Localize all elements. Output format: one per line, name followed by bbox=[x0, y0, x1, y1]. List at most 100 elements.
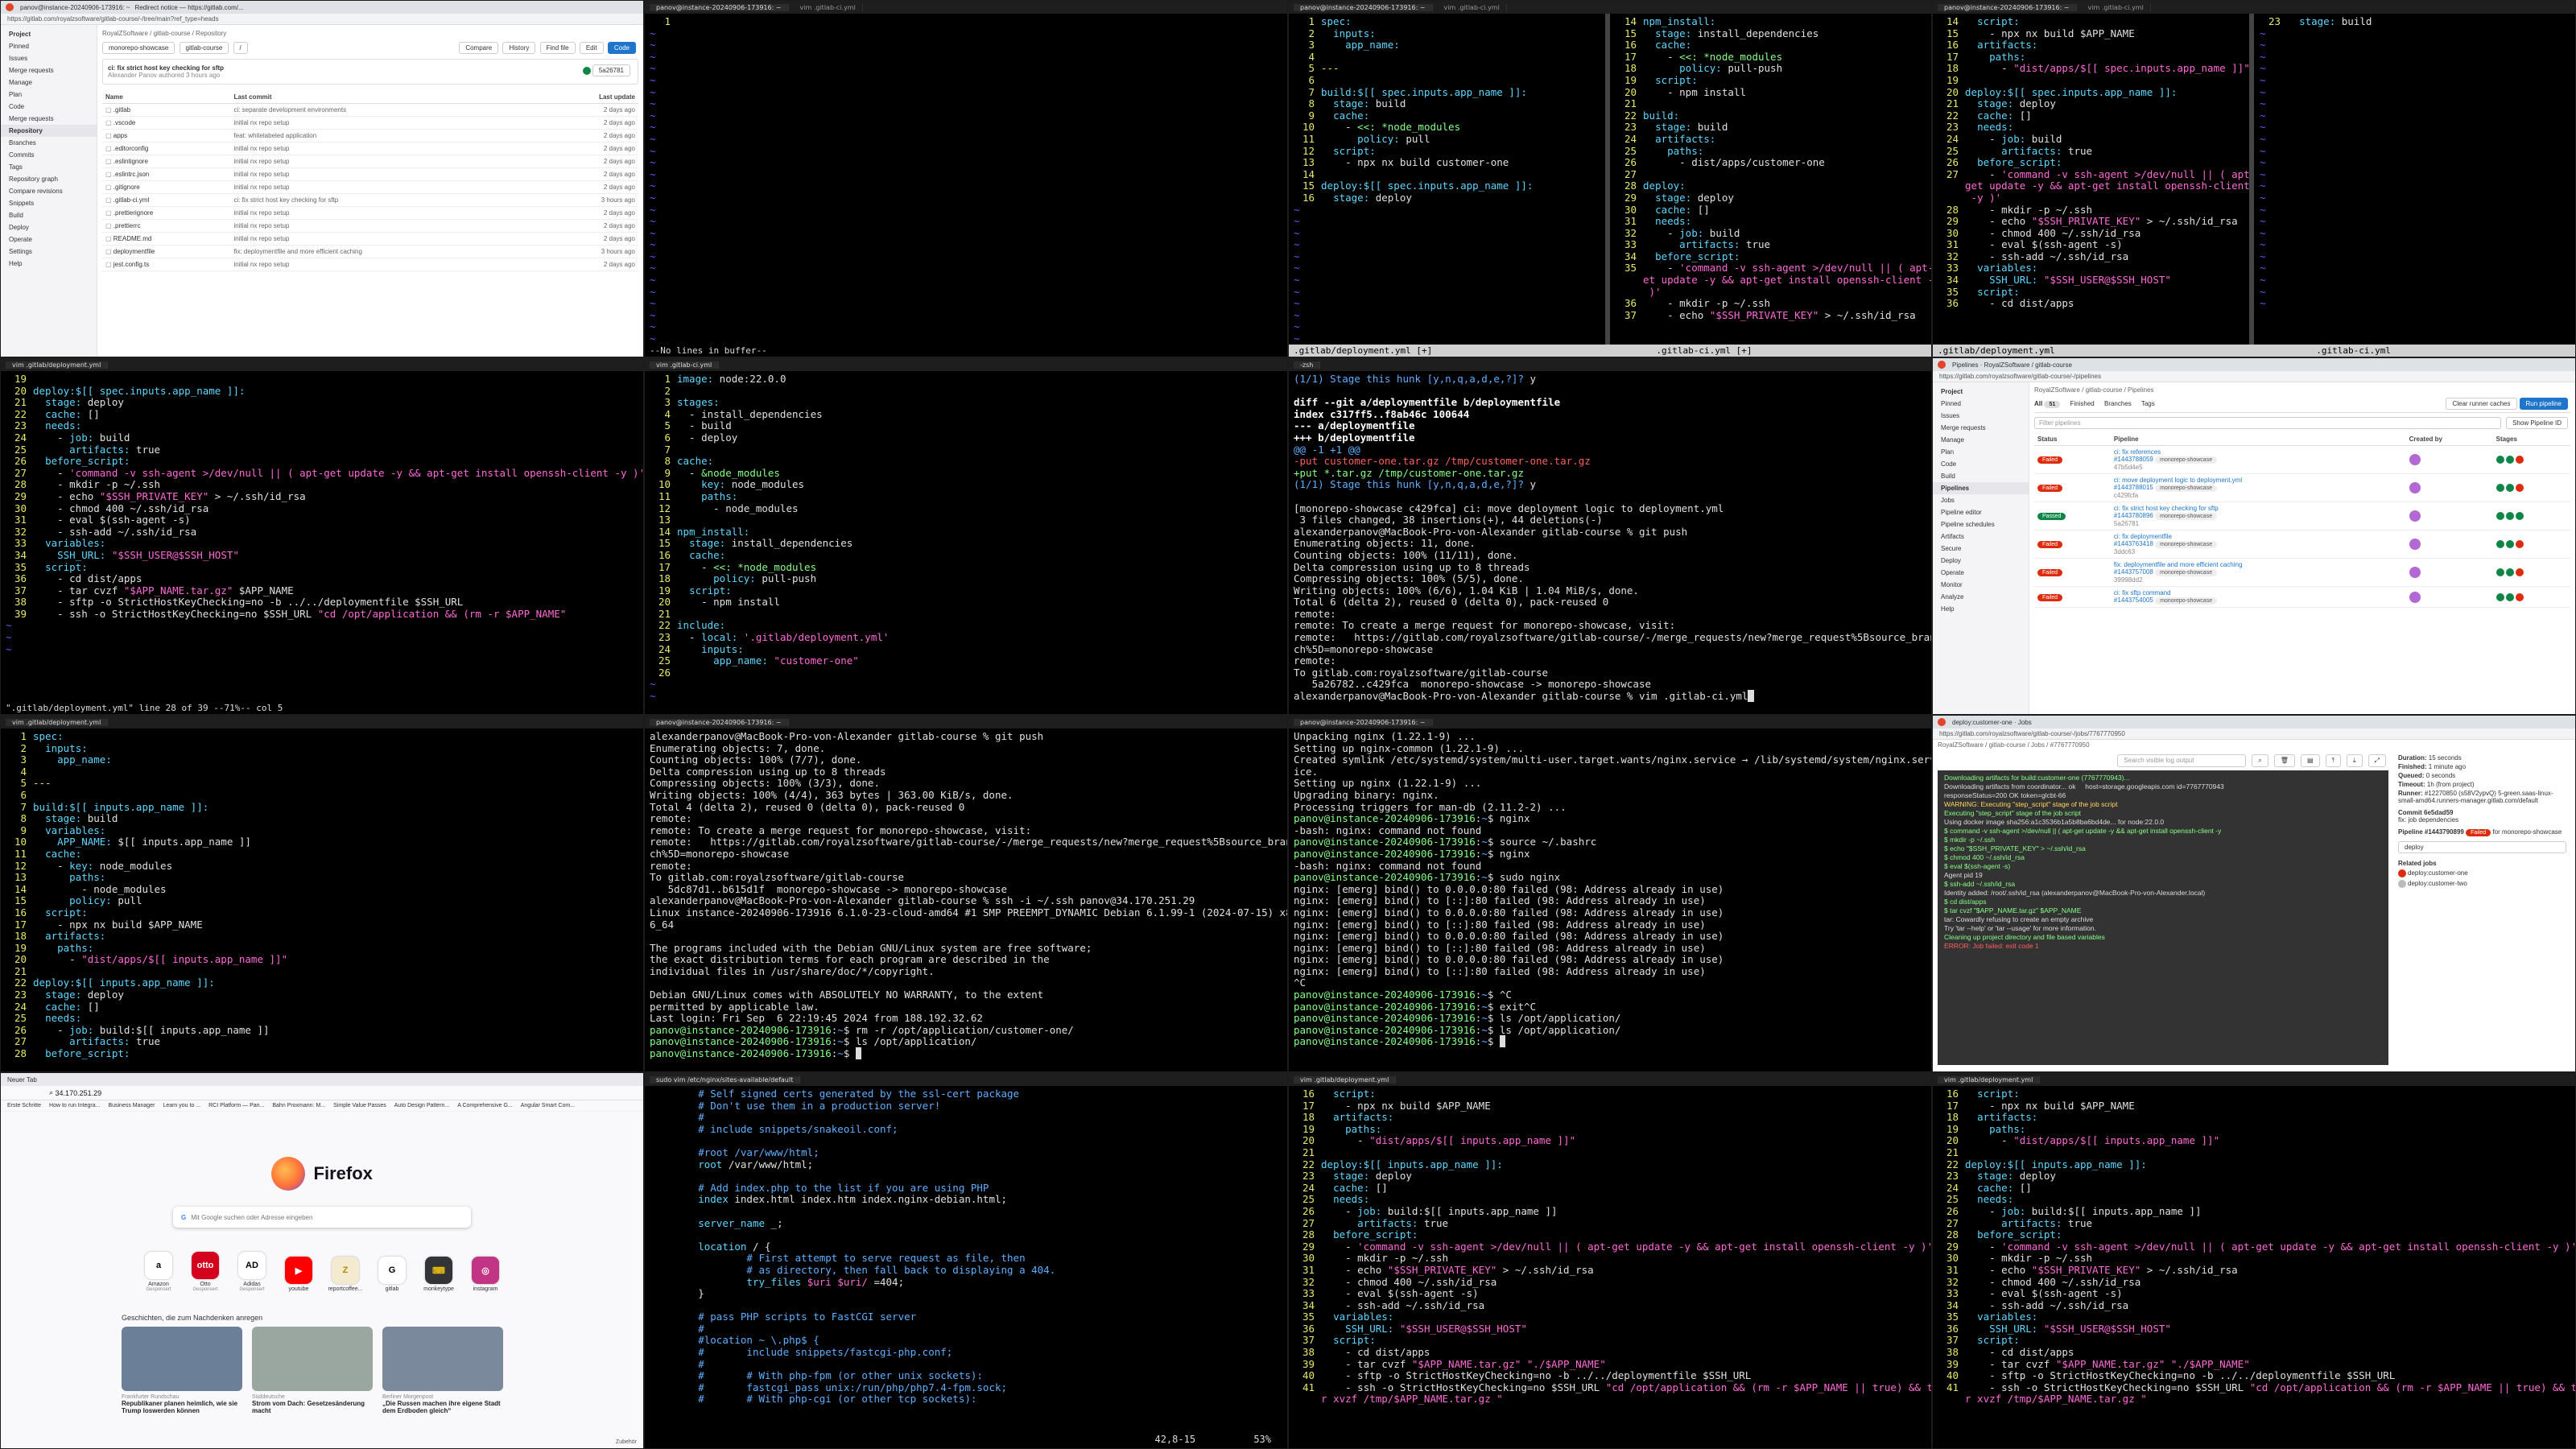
sidebar-item[interactable]: Merge requests bbox=[1, 113, 97, 125]
file-name[interactable]: ▢ deploymentfile bbox=[102, 245, 231, 258]
pipeline-stages[interactable] bbox=[2492, 502, 2570, 530]
pipeline-stages[interactable] bbox=[2492, 586, 2570, 608]
sidebar-item-pipelines[interactable]: Pipelines bbox=[1933, 482, 2029, 494]
terminal-tab[interactable]: vim .gitlab-ci.yml bbox=[794, 3, 863, 11]
file-name[interactable]: ▢ .vscode bbox=[102, 116, 231, 130]
clear-runner-caches-button[interactable]: Clear runner caches bbox=[2446, 398, 2517, 410]
browser-tab[interactable]: panov@instance-20240906-173916: ~ bbox=[20, 4, 130, 11]
pipeline-status[interactable]: Failed bbox=[2034, 586, 2111, 608]
job-log[interactable]: Downloading artifacts for build:customer… bbox=[1938, 770, 2388, 1065]
table-row[interactable]: ▢ .eslintrc.json initial nx repo setup 2 d… bbox=[102, 167, 638, 181]
created-by[interactable] bbox=[2405, 558, 2493, 587]
avatar[interactable] bbox=[2409, 591, 2421, 603]
last-commit[interactable]: initial nx repo setup bbox=[230, 167, 541, 181]
table-row[interactable]: ▢ .eslintignore initial nx repo setup 2 da… bbox=[102, 155, 638, 168]
file-name[interactable]: ▢ apps bbox=[102, 129, 231, 142]
pipeline-status[interactable]: Failed bbox=[2034, 473, 2111, 502]
sidebar-item[interactable]: Plan bbox=[1, 89, 97, 101]
stage-status-icon[interactable] bbox=[2496, 592, 2504, 601]
shortcut-tile[interactable]: a Amazon Gesponsert bbox=[140, 1252, 177, 1292]
file-name[interactable]: ▢ .eslintignore bbox=[102, 155, 231, 168]
terminal-tab[interactable]: vim .gitlab/deployment.yml bbox=[6, 361, 109, 369]
sidebar-item[interactable]: Plan bbox=[1933, 446, 2029, 458]
sidebar-item[interactable]: Settings bbox=[1, 246, 97, 258]
news-card[interactable]: Berliner Morgenpost „Die Russen machen ih… bbox=[382, 1327, 503, 1414]
last-commit[interactable]: ci: fix strict host key checking for sft… bbox=[230, 193, 541, 207]
bookmark-item[interactable]: Auto Design Pattern... bbox=[394, 1103, 449, 1108]
run-pipeline-button[interactable]: Run pipeline bbox=[2519, 398, 2568, 410]
bookmark-item[interactable]: Bahn Proxmann: M... bbox=[272, 1103, 325, 1108]
path-selector[interactable]: / bbox=[233, 42, 248, 54]
terminal-tab[interactable]: vim .gitlab-ci.yml bbox=[2082, 3, 2151, 11]
edit-button[interactable]: Edit bbox=[579, 42, 604, 54]
vim-split-left[interactable]: 14 script: 15 - npx nx build $APP_NAME 1… bbox=[1933, 14, 2256, 345]
address-bar[interactable]: https://gitlab.com/royalzsoftware/gitlab… bbox=[1933, 371, 2575, 382]
terminal-tab[interactable]: panov@instance-20240906-173916: ~ bbox=[650, 3, 789, 11]
bookmark-item[interactable]: Angular Smart Com... bbox=[521, 1103, 575, 1108]
sidebar-item[interactable]: Tags bbox=[1, 161, 97, 173]
vim-split-divider[interactable] bbox=[2249, 14, 2254, 357]
pipeline-stages[interactable] bbox=[2492, 530, 2570, 559]
sidebar-item[interactable]: Operate bbox=[1933, 567, 2029, 579]
find-file-button[interactable]: Find file bbox=[539, 42, 576, 54]
created-by[interactable] bbox=[2405, 445, 2493, 474]
vim-buffer[interactable]: 16 script: 17 - npx nx build $APP_NAME 1… bbox=[1289, 1086, 1931, 1408]
scroll-top-icon[interactable]: ⤒ bbox=[2325, 754, 2342, 767]
stage-status-icon[interactable] bbox=[2496, 540, 2504, 548]
sidebar-item[interactable]: Pinned bbox=[1, 40, 97, 52]
commit-message[interactable]: ci: fix strict host key checking for sft… bbox=[108, 64, 224, 72]
terminal-tab[interactable]: -zsh bbox=[1294, 361, 1321, 369]
terminal-tab[interactable]: panov@instance-20240906-173916: ~ bbox=[1294, 3, 1433, 11]
table-row[interactable]: ▢ apps feat: whitelabeled application 2 da… bbox=[102, 129, 638, 142]
shortcut-tile[interactable]: otto Otto Gesponsert bbox=[187, 1252, 224, 1292]
table-row[interactable]: ▢ README.md initial nx repo setup 2 days a… bbox=[102, 232, 638, 246]
browser-tab[interactable]: deploy:customer-one · Jobs bbox=[1952, 719, 2032, 726]
terminal-tab[interactable]: vim .gitlab-ci.yml bbox=[1438, 3, 1507, 11]
table-row[interactable]: Failed ci: move deployment logic to deplo… bbox=[2034, 473, 2570, 502]
pipeline-status[interactable]: Failed bbox=[2034, 530, 2111, 559]
vim-split-right[interactable]: 23 stage: build ~ ~ ~ ~ ~ ~ ~ ~ ~ ~ ~ ~ … bbox=[2255, 14, 2575, 345]
file-name[interactable]: ▢ .gitlab-ci.yml bbox=[102, 193, 231, 207]
search-icon[interactable]: ⌕ bbox=[2252, 754, 2268, 767]
terminal-deployment-yml[interactable]: vim .gitlab/deployment.yml 19 20 deploy:$… bbox=[0, 357, 644, 715]
stage-status-icon[interactable] bbox=[2505, 512, 2514, 520]
sidebar-item[interactable]: Monitor bbox=[1933, 579, 2029, 591]
pipeline-info[interactable]: ci: fix strict host key checking for sft… bbox=[2110, 502, 2406, 530]
sidebar-item[interactable]: Build bbox=[1, 209, 97, 221]
vim-buffer[interactable]: 19 20 deploy:$[[ spec.inputs.app_name ]]:… bbox=[1, 371, 643, 658]
sidebar-item[interactable]: Help bbox=[1, 258, 97, 270]
sidebar-item[interactable]: Repository graph bbox=[1, 173, 97, 185]
sidebar-item[interactable]: Merge requests bbox=[1, 64, 97, 76]
file-name[interactable]: ▢ .eslintrc.json bbox=[102, 167, 231, 181]
created-by[interactable] bbox=[2405, 530, 2493, 559]
sidebar-item[interactable]: Deploy bbox=[1933, 555, 2029, 567]
avatar[interactable] bbox=[2409, 510, 2421, 522]
table-row[interactable]: ▢ .vscode initial nx repo setup 2 days ago bbox=[102, 116, 638, 130]
stage-status-icon[interactable] bbox=[2505, 484, 2514, 492]
created-by[interactable] bbox=[2405, 586, 2493, 608]
terminal-output[interactable]: Unpacking nginx (1.22.1-9) ... Setting u… bbox=[1289, 729, 1931, 1051]
terminal-vim-split-1[interactable]: panov@instance-20240906-173916: ~ vim .gi… bbox=[1288, 0, 1932, 357]
bookmark-item[interactable]: How to run Integra... bbox=[49, 1103, 100, 1108]
avatar[interactable] bbox=[2409, 482, 2421, 493]
terminal-output[interactable]: alexanderpanov@MacBook-Pro-von-Alexander… bbox=[645, 729, 1287, 1063]
pipeline-stages[interactable] bbox=[2492, 558, 2570, 587]
pipeline-info[interactable]: fix: deploymentfile and more efficient c… bbox=[2110, 558, 2406, 587]
avatar[interactable] bbox=[2409, 539, 2421, 550]
terminal-tab[interactable]: vim .gitlab-ci.yml bbox=[650, 361, 720, 369]
last-commit[interactable]: initial nx repo setup bbox=[230, 232, 541, 246]
stage-status-icon[interactable] bbox=[2505, 456, 2514, 464]
terminal-nginx-install[interactable]: panov@instance-20240906-173916: ~ Unpack… bbox=[1288, 715, 1932, 1072]
address-bar[interactable]: https://gitlab.com/royalzsoftware/gitlab… bbox=[1, 14, 643, 25]
stage-status-icon[interactable] bbox=[2515, 568, 2524, 576]
terminal-deployment-yml-top[interactable]: vim .gitlab/deployment.yml 1 spec: 2 inpu… bbox=[0, 715, 644, 1072]
terminal-tab[interactable]: vim .gitlab/deployment.yml bbox=[6, 718, 109, 726]
shortcut-tile[interactable]: ⌨ monkeytype bbox=[420, 1257, 457, 1292]
sidebar-item-repository[interactable]: Repository bbox=[1, 125, 97, 137]
pipeline-info[interactable]: ci: fix references #1443788059 monorepo-s… bbox=[2110, 445, 2406, 474]
table-row[interactable]: ▢ jest.config.ts initial nx repo setup 2 d… bbox=[102, 258, 638, 271]
commit-sha[interactable]: 5a26781 bbox=[592, 64, 630, 76]
stage-status-icon[interactable] bbox=[2496, 512, 2504, 520]
avatar[interactable] bbox=[2409, 454, 2421, 465]
avatar[interactable] bbox=[2409, 567, 2421, 578]
